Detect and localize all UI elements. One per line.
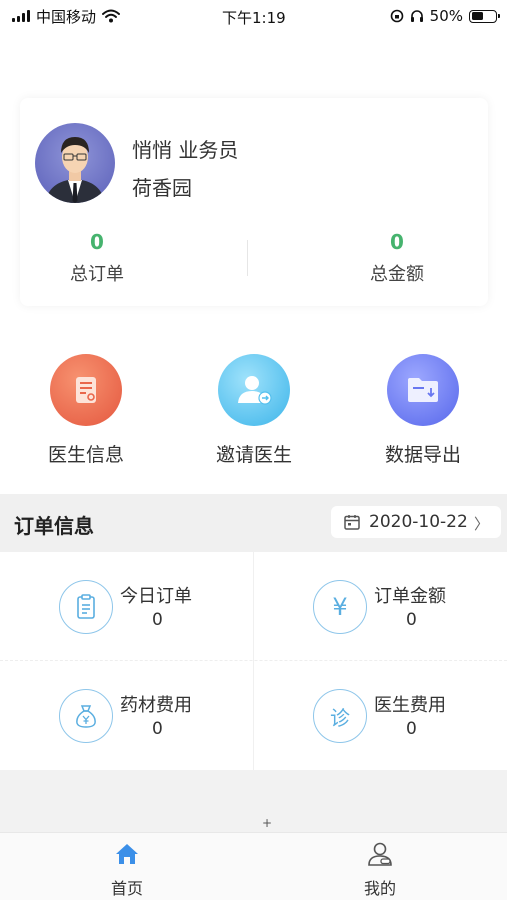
today-orders-cell[interactable]: 今日订单 0 (0, 552, 253, 661)
herb-fee-cell[interactable]: 药材费用 0 (0, 661, 253, 770)
yuan-glyph: ¥ (332, 593, 348, 621)
status-bar: 中国移动 下午1:19 50% (0, 0, 507, 32)
bottom-tab-bar: 首页 我的 (0, 832, 507, 900)
clipboard-icon (59, 580, 113, 634)
yuan-icon: ¥ (313, 580, 367, 634)
quick-actions: 医生信息 邀请医生 数据导出 (0, 354, 507, 466)
tab-home[interactable]: 首页 (77, 841, 177, 899)
store-name: 荷香园 (132, 176, 192, 200)
headphones-icon (410, 10, 423, 22)
signal-icon (12, 10, 30, 22)
stat-divider (247, 240, 248, 276)
profile-card: 悄悄 业务员 荷香园 0 总订单 0 总金额 (20, 98, 488, 306)
status-time: 下午1:19 (222, 9, 286, 27)
battery-percent: 50% (429, 7, 463, 25)
doctor-fee-label: 医生费用 (374, 695, 446, 716)
selected-date: 2020-10-22 (369, 512, 468, 532)
invite-doctor-button[interactable]: 邀请医生 (194, 354, 314, 467)
carrier-label: 中国移动 (36, 7, 97, 26)
order-info-header: 订单信息 2020-10-22 〉 (0, 494, 507, 552)
data-export-icon (387, 354, 459, 426)
data-export-button[interactable]: 数据导出 (363, 354, 483, 467)
date-picker-button[interactable]: 2020-10-22 〉 (331, 506, 501, 538)
herb-fee-value: 0 (152, 719, 163, 739)
data-export-label: 数据导出 (384, 444, 461, 466)
total-orders-stat[interactable]: 0 总订单 (22, 230, 172, 286)
wifi-icon (102, 9, 121, 23)
avatar-illustration (45, 137, 105, 203)
diagnosis-icon: 诊 (313, 689, 367, 743)
avatar[interactable] (35, 123, 115, 203)
invite-doctor-icon (218, 354, 290, 426)
orientation-lock-icon (390, 9, 403, 23)
tab-mine-label: 我的 (363, 879, 396, 898)
home-icon (113, 841, 141, 867)
invite-doctor-label: 邀请医生 (215, 444, 292, 466)
order-amount-cell[interactable]: ¥ 订单金额 0 (254, 552, 507, 661)
tab-mine[interactable]: 我的 (330, 841, 430, 899)
order-amount-label: 订单金额 (374, 586, 446, 607)
plus-icon: + (262, 816, 273, 830)
today-orders-value: 0 (152, 610, 163, 630)
doctor-info-icon (50, 354, 122, 426)
status-left: 中国移动 (12, 6, 121, 27)
total-amount-value: 0 (390, 230, 404, 254)
calendar-icon (344, 515, 360, 530)
herb-fee-label: 药材费用 (120, 695, 192, 716)
status-right: 50% (390, 7, 500, 25)
total-orders-value: 0 (90, 230, 104, 254)
doctor-info-label: 医生信息 (47, 444, 124, 466)
total-amount-stat[interactable]: 0 总金额 (322, 230, 472, 286)
battery-level (471, 12, 483, 20)
total-amount-label: 总金额 (370, 264, 424, 285)
chevron-right-icon: 〉 (473, 515, 489, 533)
total-orders-label: 总订单 (70, 264, 124, 285)
order-amount-value: 0 (406, 610, 417, 630)
money-bag-icon (59, 689, 113, 743)
content-bottom-area (0, 770, 507, 832)
diagnosis-glyph: 诊 (330, 705, 350, 730)
battery-icon (469, 9, 500, 23)
tab-home-label: 首页 (110, 879, 143, 898)
order-stats-grid: 今日订单 0 ¥ 订单金额 0 药材费用 0 诊 医生费用 0 (0, 552, 507, 770)
doctor-fee-cell[interactable]: 诊 医生费用 0 (254, 661, 507, 770)
user-icon (366, 841, 394, 867)
doctor-fee-value: 0 (406, 719, 417, 739)
today-orders-label: 今日订单 (120, 586, 192, 607)
order-info-title: 订单信息 (14, 514, 94, 538)
doctor-info-button[interactable]: 医生信息 (26, 354, 146, 467)
user-name-role: 悄悄 业务员 (132, 138, 239, 162)
